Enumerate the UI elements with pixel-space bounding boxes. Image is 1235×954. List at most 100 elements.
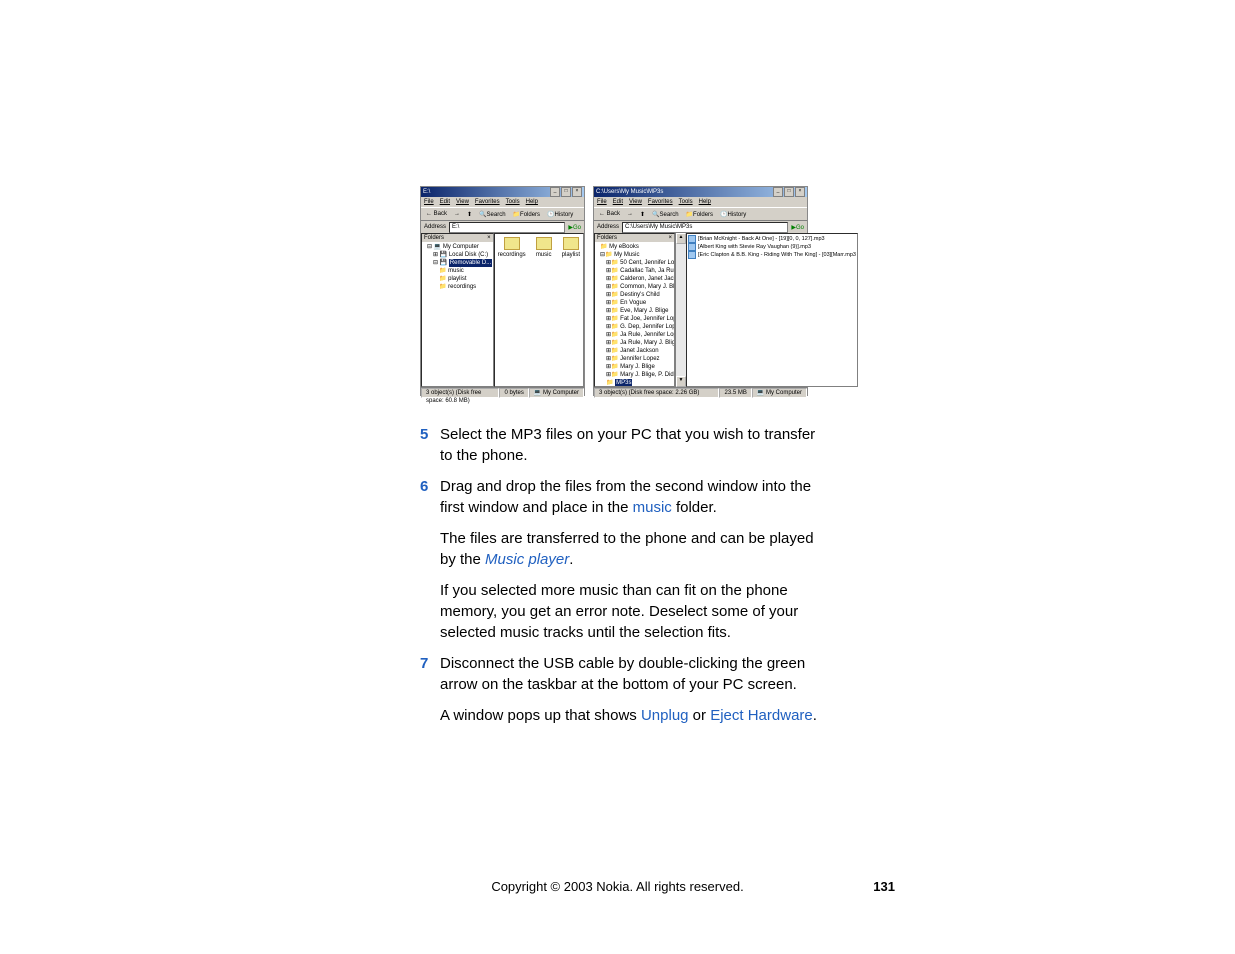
mp3-file-icon [688,251,696,259]
up-button[interactable]: ⬆ [465,211,474,218]
tree-playlist-folder[interactable]: 📁 playlist [423,275,492,283]
tree-local-disk[interactable]: ⊞ 💾 Local Disk (C:) [423,251,492,259]
copyright-footer: Copyright © 2003 Nokia. All rights reser… [0,879,1235,894]
menu-favorites[interactable]: Favorites [648,199,673,205]
scroll-down-icon[interactable]: ▼ [676,376,686,387]
status-location: 💻 My Computer [752,388,807,398]
history-button[interactable]: 🕒History [718,211,748,218]
folder-item[interactable]: playlist [562,237,580,258]
tree-item[interactable]: ⊞📁 50 Cent, Jennifer Lopez [596,259,673,267]
folder-item[interactable]: music [536,237,552,258]
menu-view[interactable]: View [456,199,469,205]
menu-edit[interactable]: Edit [613,199,623,205]
tree-item[interactable]: ⊞📁 Cadallac Tah, Ja Rule, Jennifer... [596,267,673,275]
step-text: Drag and drop the files from the second … [440,476,820,643]
file-list-pane: [Brian McKnight - Back At One] - [19][0,… [686,233,858,387]
history-button[interactable]: 🕒History [545,211,575,218]
page-number: 131 [873,879,895,894]
file-item[interactable]: [Albert King with Stevie Ray Vaughan (9)… [688,243,856,251]
menubar: File Edit View Favorites Tools Help [421,197,584,207]
back-button[interactable]: ← Back [597,211,622,217]
tree-item[interactable]: ⊞📁 En Vogue [596,299,673,307]
tree-item[interactable]: ⊟📁 My Music [596,251,673,259]
folders-close-icon[interactable]: × [487,235,491,241]
step-text: Disconnect the USB cable by double-click… [440,653,820,726]
screenshot-row: E:\ _ □ × File Edit View Favorites Tools… [420,186,820,396]
tree-item[interactable]: ⊞📁 Common, Mary J. Blige [596,283,673,291]
folders-tree-pane: Folders × ⊟ 💻 My Computer ⊞ 💾 Local Disk… [421,233,494,387]
tree-item[interactable]: ⊞📁 Mary J. Blige [596,363,673,371]
folders-header-label: Folders [424,235,444,241]
folders-button[interactable]: 📁Folders [511,211,543,218]
explorer-window-phone-drive: E:\ _ □ × File Edit View Favorites Tools… [420,186,585,396]
tree-item[interactable]: ⊞📁 Destiny's Child [596,291,673,299]
minimize-button[interactable]: _ [773,187,783,197]
file-item[interactable]: [Eric Clapton & B.B. King - Riding With … [688,251,856,259]
file-item[interactable]: [Brian McKnight - Back At One] - [19][0,… [688,235,856,243]
addressbar: Address C:\Users\My Music\MP3s ▶Go [594,221,807,233]
maximize-button[interactable]: □ [784,187,794,197]
step-number: 6 [420,476,440,643]
menu-tools[interactable]: Tools [506,199,520,205]
window-title: E:\ [423,189,430,195]
tree-item[interactable]: 📁 MP3s [596,379,673,387]
tree-item[interactable]: ⊞📁 Ja Rule, Mary J. Blige [596,339,673,347]
step-6: 6 Drag and drop the files from the secon… [420,476,820,643]
ui-term-music: music [633,499,672,516]
folders-button[interactable]: 📁Folders [684,211,716,218]
tree-item[interactable]: ⊞📁 Jennifer Lopez [596,355,673,363]
address-input[interactable]: E:\ [449,222,565,233]
go-button[interactable]: ▶Go [568,224,581,231]
close-button[interactable]: × [795,187,805,197]
menu-file[interactable]: File [597,199,607,205]
statusbar: 3 object(s) (Disk free space: 60.8 MB) 0… [421,387,584,398]
toolbar: ← Back → ⬆ 🔍Search 📁Folders 🕒History [421,207,584,221]
window-title: C:\Users\My Music\MP3s [596,189,663,195]
menu-help[interactable]: Help [699,199,711,205]
tree-removable-disk[interactable]: ⊟ 💾 Removable D... [423,259,492,267]
menu-tools[interactable]: Tools [679,199,693,205]
status-size: 23.5 MB [719,388,751,398]
tree-item[interactable]: ⊞📁 Ja Rule, Jennifer Lopez [596,331,673,339]
address-input[interactable]: C:\Users\My Music\MP3s [622,222,788,233]
tree-item[interactable]: ⊞📁 Eve, Mary J. Blige [596,307,673,315]
menu-help[interactable]: Help [526,199,538,205]
maximize-button[interactable]: □ [561,187,571,197]
status-objects: 3 object(s) (Disk free space: 2.26 GB) [594,388,719,398]
tree-item[interactable]: ⊞📁 Calderon, Janet Jackson [596,275,673,283]
forward-button[interactable]: → [452,211,462,217]
tree-item[interactable]: ⊞📁 Fat Joe, Jennifer Lopez [596,315,673,323]
go-button[interactable]: ▶Go [791,224,804,231]
tree-item[interactable]: ⊞📁 Mary J. Blige, P. Diddy [596,371,673,379]
folder-item[interactable]: recordings [498,237,526,258]
status-location: 💻 My Computer [529,388,584,398]
tree-recordings-folder[interactable]: 📁 recordings [423,283,492,291]
menu-favorites[interactable]: Favorites [475,199,500,205]
folders-close-icon[interactable]: × [668,235,672,241]
status-objects: 3 object(s) (Disk free space: 60.8 MB) [421,388,499,398]
close-button[interactable]: × [572,187,582,197]
menu-edit[interactable]: Edit [440,199,450,205]
up-button[interactable]: ⬆ [638,211,647,218]
step-number: 7 [420,653,440,726]
search-button[interactable]: 🔍Search [477,211,508,218]
forward-button[interactable]: → [625,211,635,217]
tree-item[interactable]: ⊞📁 G. Dep, Jennifer Lopez, P. Didd... [596,323,673,331]
minimize-button[interactable]: _ [550,187,560,197]
tree-music-folder[interactable]: 📁 music [423,267,492,275]
tree-my-computer[interactable]: ⊟ 💻 My Computer [423,243,492,251]
address-label: Address [424,224,446,230]
menu-view[interactable]: View [629,199,642,205]
status-size: 0 bytes [499,388,528,398]
tree-scrollbar[interactable]: ▲ ▼ [675,233,686,387]
tree-item[interactable]: ⊞📁 Janet Jackson [596,347,673,355]
menu-file[interactable]: File [424,199,434,205]
ui-term-music-player: Music player [485,551,569,568]
search-button[interactable]: 🔍Search [650,211,681,218]
window-controls: _ □ × [550,187,582,197]
explorer-window-pc-music: C:\Users\My Music\MP3s _ □ × File Edit V… [593,186,808,396]
tree-item[interactable]: 📁 My eBooks [596,243,673,251]
folder-icon [563,237,579,250]
scroll-up-icon[interactable]: ▲ [676,233,686,244]
back-button[interactable]: ← Back [424,211,449,217]
